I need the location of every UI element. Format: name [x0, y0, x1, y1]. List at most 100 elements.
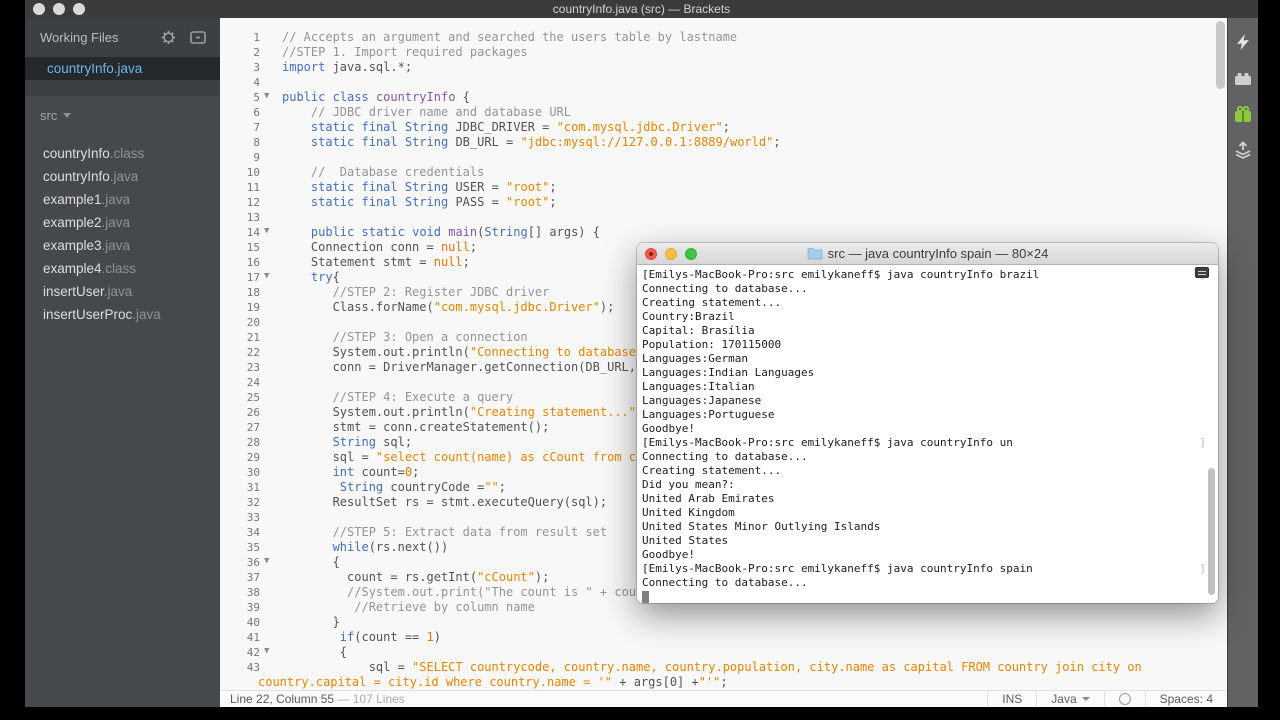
chevron-down-icon: [1081, 697, 1090, 701]
fold-triangle-icon[interactable]: ▼: [264, 89, 269, 104]
zoom-window-icon[interactable]: [685, 248, 697, 260]
code-line: 11 static final String USER = "root";: [246, 180, 557, 194]
code-line: 4: [253, 76, 260, 89]
terminal-body[interactable]: [Emilys-MacBook-Pro:src emilykaneff$ jav…: [637, 265, 1218, 603]
working-files-header: Working Files: [25, 18, 220, 56]
code-line: 3 import java.sql.*;: [253, 60, 413, 74]
terminal-prompt-mark: ]: [1199, 562, 1206, 575]
project-root-label: src: [40, 108, 58, 123]
lint-status[interactable]: [1103, 691, 1145, 707]
terminal-titlebar[interactable]: src — java countryInfo spain — 80×24: [637, 243, 1218, 265]
terminal-window-controls: [645, 248, 697, 260]
terminal-line: [Emilys-MacBook-Pro:src emilykaneff$ jav…: [642, 268, 1218, 282]
terminal-line: Connecting to database...: [642, 576, 808, 589]
editor-scrollbar[interactable]: [1216, 21, 1225, 89]
code-line: 13: [246, 211, 260, 224]
line-count: — 107 Lines: [337, 692, 405, 706]
terminal-line: Connecting to database...: [642, 282, 808, 295]
window-controls: [33, 3, 85, 15]
terminal-line: Languages:Japanese: [642, 394, 762, 407]
terminal-line: [Emilys-MacBook-Pro:src emilykaneff$ jav…: [642, 562, 1206, 575]
terminal-line: United States Minor Outlying Islands: [642, 520, 881, 533]
language-label: Java: [1051, 692, 1077, 706]
terminal-title: src — java countryInfo spain — 80×24: [807, 246, 1049, 261]
status-circle-icon: [1118, 693, 1131, 705]
file-item[interactable]: insertUserProc.java: [25, 303, 220, 326]
close-window-icon[interactable]: [33, 3, 45, 15]
code-line: 41 if(count == 1): [246, 630, 441, 644]
split-view-icon[interactable]: [188, 27, 208, 47]
terminal-line: United States: [642, 534, 729, 547]
terminal-scrollbar[interactable]: [1208, 468, 1215, 595]
terminal-line: [642, 590, 1218, 603]
extension-manager-icon[interactable]: [1233, 68, 1253, 88]
terminal-line: Goodbye!: [642, 548, 695, 561]
indent-setting[interactable]: Spaces: 4: [1144, 691, 1227, 707]
working-files-section: Working Files countryInfo.java: [25, 18, 220, 96]
file-item[interactable]: insertUser.java: [25, 280, 220, 303]
extension-toolbar: [1227, 18, 1258, 707]
terminal-line: Goodbye!: [642, 422, 695, 435]
gift-extension-icon[interactable]: [1233, 104, 1253, 124]
terminal-line: Creating statement...: [642, 464, 782, 477]
file-tree: countryInfo.class countryInfo.java example…: [25, 142, 220, 326]
code-line: 8 static final String DB_URL = "jdbc:mys…: [253, 135, 781, 149]
code-line: 14 ▼ public static void main(String[] arg…: [246, 224, 600, 239]
close-window-icon[interactable]: [645, 248, 657, 260]
terminal-line: Population: 170115000: [642, 338, 782, 351]
file-item[interactable]: example4.class: [25, 257, 220, 280]
terminal-line: Languages:Portuguese: [642, 408, 775, 421]
terminal-line: Capital: Brasília: [642, 324, 755, 337]
working-file-selected[interactable]: countryInfo.java: [25, 57, 220, 80]
code-line: 9: [253, 151, 260, 164]
code-line: 43 sql = "SELECT countrycode, country.na…: [246, 660, 1142, 674]
code-line: 2//STEP 1. Import required packages: [253, 45, 528, 59]
code-line: country.capital = city.id where country.…: [258, 675, 728, 689]
window-title: countryInfo.java (src) — Brackets: [552, 2, 731, 16]
terminal-line: Did you mean?:: [642, 478, 735, 491]
code-line: 40 }: [246, 615, 340, 629]
terminal-cursor: [642, 591, 649, 603]
terminal-line: Languages:German: [642, 352, 748, 365]
code-line: 6 // JDBC driver name and database URL: [253, 105, 571, 119]
code-line: 10 // Database credentials: [246, 165, 485, 179]
language-selector[interactable]: Java: [1036, 691, 1103, 707]
terminal-marks-icon[interactable]: [1195, 267, 1209, 278]
fold-triangle-icon[interactable]: ▼: [264, 269, 269, 284]
terminal-line: Languages:Indian Languages: [642, 366, 815, 379]
file-item[interactable]: countryInfo.java: [25, 165, 220, 188]
terminal-window: src — java countryInfo spain — 80×24 [Em…: [637, 243, 1218, 603]
folder-icon: [807, 248, 823, 260]
screen: countryInfo.java (src) — Brackets Workin…: [0, 0, 1280, 720]
code-line: 42 ▼ {: [246, 644, 348, 659]
insert-mode-toggle[interactable]: INS: [987, 691, 1036, 707]
terminal-line: Country:Brazil: [642, 310, 735, 323]
file-item[interactable]: example3.java: [25, 234, 220, 257]
terminal-line: Connecting to database...: [642, 450, 808, 463]
file-item[interactable]: countryInfo.class: [25, 142, 220, 165]
terminal-lines: [Emilys-MacBook-Pro:src emilykaneff$ jav…: [642, 268, 1218, 603]
terminal-prompt-mark: ]: [1199, 436, 1206, 449]
zoom-window-icon[interactable]: [73, 3, 85, 15]
working-files-label: Working Files: [40, 29, 119, 45]
code-line: 7 static final String JDBC_DRIVER = "com…: [253, 120, 730, 134]
terminal-title-text: src — java countryInfo spain — 80×24: [827, 246, 1049, 261]
minimize-window-icon[interactable]: [53, 3, 65, 15]
fold-triangle-icon[interactable]: ▼: [264, 644, 269, 659]
fold-triangle-icon[interactable]: ▼: [264, 224, 269, 239]
live-preview-icon[interactable]: [1233, 32, 1253, 52]
terminal-line: United Kingdom: [642, 506, 735, 519]
file-item[interactable]: example1.java: [25, 188, 220, 211]
gear-icon[interactable]: [158, 27, 178, 47]
code-line: 1// Accepts an argument and searched the…: [253, 30, 738, 44]
minimize-window-icon[interactable]: [665, 248, 677, 260]
fold-triangle-icon[interactable]: ▼: [264, 554, 269, 569]
terminal-line: United Arab Emirates: [642, 492, 775, 505]
terminal-line: [Emilys-MacBook-Pro:src emilykaneff$ jav…: [642, 436, 1206, 449]
layers-upload-icon[interactable]: [1233, 140, 1253, 160]
app-titlebar[interactable]: countryInfo.java (src) — Brackets: [25, 0, 1258, 18]
file-item[interactable]: example2.java: [25, 211, 220, 234]
sidebar: Working Files countryInfo.java src count…: [25, 18, 220, 707]
terminal-line: Languages:Italian: [642, 380, 755, 393]
project-root[interactable]: src: [40, 108, 72, 123]
